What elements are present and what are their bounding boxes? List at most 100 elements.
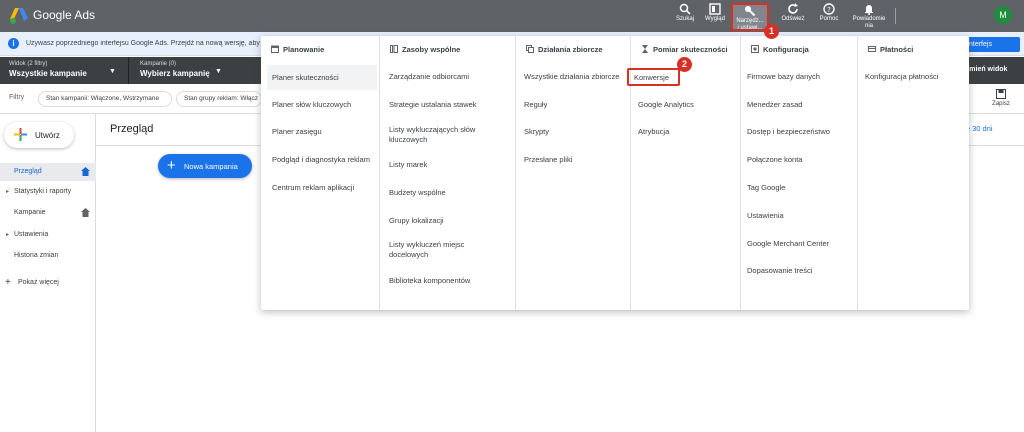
view-selector-main: Wszystkie kampanie [9,69,87,78]
menu-heading: Pomiar skuteczności [641,45,728,54]
menu-item-rules[interactable]: Reguły [524,100,547,110]
copy-icon [526,45,534,53]
bell-icon [865,5,873,15]
settings-box-icon [751,45,759,53]
menu-heading: Zasoby wspólne [390,45,460,54]
menu-item-attribution[interactable]: Atrybucja [638,127,669,137]
menu-item-ad-preview[interactable]: Podgląd i diagnostyka reklam [272,155,370,165]
menu-heading: Działania zbiorcze [526,45,603,54]
menu-item-scripts[interactable]: Skrypty [524,127,549,137]
filter-chip-campaign-status[interactable]: Stan kampanii: Włączone, Wstrzymane [38,91,172,107]
menu-item-linked-accounts[interactable]: Połączone konta [747,155,802,165]
sidebar-item-overview[interactable]: Przegląd [0,163,96,181]
menu-item-policy-manager[interactable]: Menedżer zasad [747,100,802,110]
menu-heading: Płatności [868,45,913,54]
view-selector[interactable]: Widok (2 filtry) Wszystkie kampanie ▼ [9,61,119,79]
show-more-label: Pokaż więcej [18,279,59,286]
expand-arrow-icon: ▸ [6,189,10,195]
help-icon: ? [823,3,835,15]
refresh-icon [788,3,798,14]
home-icon [81,167,90,176]
sidebar-item-change-history[interactable]: Historia zmian [0,247,96,265]
menu-item-google-analytics[interactable]: Google Analytics [638,100,694,110]
sidebar-item-label: Historia zmian [14,252,59,259]
search-icon [679,3,691,15]
menu-heading: Planowanie [271,45,324,54]
toolbar-divider [895,8,896,24]
info-icon: i [8,38,19,49]
menu-item-keyword-planner[interactable]: Planer słów kluczowych [272,100,351,110]
notifications-label-line1: Powiadomie [852,16,886,22]
menu-item-asset-library[interactable]: Biblioteka komponentów [389,276,470,286]
menu-item-business-data[interactable]: Firmowe bazy danych [747,72,820,82]
menu-item-placement-exclusion-lists[interactable]: Listy wykluczeń miejsc docelowych [389,240,499,260]
filter-chip-adgroup-status[interactable]: Stan grupy reklam: Włącz [176,91,262,107]
help-button[interactable]: ? Pomoc [810,3,848,31]
campaign-selector-main: Wybierz kampanię [140,69,210,78]
menu-item-access-security[interactable]: Dostęp i bezpieczeństwo [747,127,830,137]
plus-icon: + [167,157,176,174]
menu-heading: Konfiguracja [751,45,809,54]
library-icon [390,45,398,53]
notifications-button[interactable]: Powiadomie nia [847,3,891,31]
menu-column-measurement: Pomiar skuteczności Konwersje Google Ana… [627,36,741,310]
sidebar: Utwórz Przegląd ▸ Statystyki i raporty K… [0,114,96,432]
menu-item-billing-setup[interactable]: Konfiguracja płatności [865,72,938,82]
new-campaign-button[interactable]: + Nowa kampania [158,154,252,178]
menu-item-brand-lists[interactable]: Listy marek [389,160,427,170]
home-icon [81,208,90,217]
menu-item-content-suitability[interactable]: Dopasowanie treści [747,266,812,276]
menu-item-conversions[interactable]: Konwersje [627,68,680,86]
help-label: Pomoc [819,16,839,22]
sidebar-item-label: Przegląd [14,168,42,175]
credit-card-icon [868,46,876,52]
save-label: Zapisz [992,101,1010,107]
create-label: Utwórz [35,131,60,140]
menu-item-all-bulk-actions[interactable]: Wszystkie działania zbiorcze [524,72,619,82]
campaign-selector[interactable]: Kampanie (0) Wybierz kampanię ▼ [140,61,250,79]
refresh-button[interactable]: Odśwież [774,3,812,31]
tools-label-line2: i ustawi... [737,25,763,31]
calendar-icon [271,45,279,53]
hourglass-icon [642,45,648,53]
avatar[interactable]: M [994,6,1012,24]
menu-item-bid-strategies[interactable]: Strategie ustalania stawek [389,100,477,110]
page-title: Przegląd [110,123,154,135]
chevron-down-icon: ▼ [109,68,116,75]
plus-icon: + [5,277,11,288]
refresh-label: Odśwież [781,16,805,22]
expand-arrow-icon: ▸ [6,232,10,238]
sidebar-item-label: Kampanie [14,209,46,216]
menu-column-setup: Konfiguracja Firmowe bazy danych Menedże… [741,36,858,310]
sidebar-item-settings[interactable]: ▸ Ustawienia [0,226,96,244]
menu-item-audience-manager[interactable]: Zarządzanie odbiorcami [389,72,469,82]
menu-column-shared-library: Zasoby wspólne Zarządzanie odbiorcami St… [380,36,516,310]
menu-item-negative-keyword-lists[interactable]: Listy wykluczających słów kluczowych [389,125,509,145]
chevron-down-icon: ▼ [215,68,222,75]
menu-item-merchant-center[interactable]: Google Merchant Center [747,239,829,249]
show-more-button[interactable]: + Pokaż więcej [0,274,96,292]
filters-label: Filtry [9,94,25,101]
menu-item-performance-planner[interactable]: Planer skuteczności [267,65,377,90]
sidebar-item-campaigns[interactable]: Kampanie [0,204,96,222]
menu-item-shared-budgets[interactable]: Budżety wspólne [389,188,446,198]
sidebar-item-label: Ustawienia [14,231,49,238]
new-campaign-label: Nowa kampania [184,162,238,171]
menu-item-reach-planner[interactable]: Planer zasięgu [272,127,322,137]
selector-divider [128,57,129,84]
change-view-button[interactable]: Zmień widok [965,66,1007,73]
menu-item-google-tag[interactable]: Tag Google [747,183,785,193]
save-icon [996,89,1006,99]
menu-item-settings[interactable]: Ustawienia [747,211,784,221]
menu-item-app-ads-hub[interactable]: Centrum reklam aplikacji [272,183,354,193]
menu-item-uploads[interactable]: Przesłane pliki [524,155,572,165]
tools-menu: Planowanie Planer skuteczności Planer sł… [261,36,969,310]
sidebar-item-insights-reports[interactable]: ▸ Statystyki i raporty [0,183,96,201]
menu-item-location-groups[interactable]: Grupy lokalizacji [389,216,444,226]
create-button[interactable]: Utwórz [4,122,74,148]
campaign-selector-sub: Kampanie (0) [140,61,177,67]
tools-and-settings-button[interactable]: Narzędz... i ustawi... [731,3,769,31]
save-button[interactable]: Zapisz [985,89,1017,107]
appearance-button[interactable]: Wygląd [696,3,734,31]
google-ads-logo[interactable] [10,8,28,24]
